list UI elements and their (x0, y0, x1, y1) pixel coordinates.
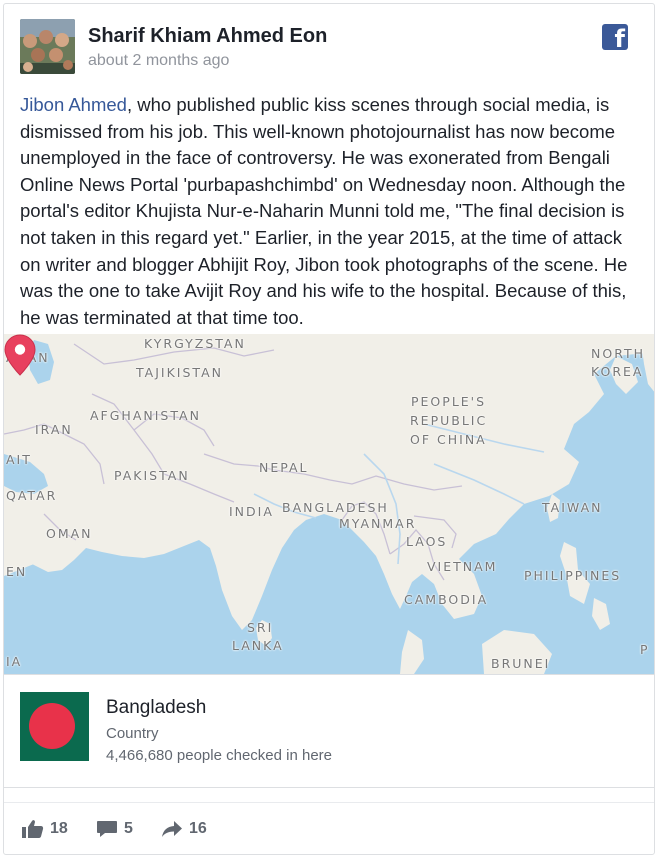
share-button[interactable]: 16 (161, 817, 207, 841)
map-label-brunei: BRUNEI (491, 656, 551, 671)
share-arrow-icon (162, 821, 182, 837)
place-checkins: 4,466,680 people checked in here (106, 747, 333, 764)
map-label-bangladesh: BANGLADESH (282, 500, 389, 515)
map-label-kyrgyzstan: KYRGYZSTAN (144, 336, 246, 351)
place-name[interactable]: Bangladesh (106, 697, 206, 719)
map-label-oman: OMAN (46, 526, 93, 541)
map-label-iran: IRAN (35, 422, 73, 437)
comment-icon (97, 821, 117, 837)
like-count: 18 (50, 820, 68, 837)
post-header: Sharif Khiam Ahmed Eon about 2 months ag… (20, 19, 638, 79)
map-label-p: P (640, 642, 650, 657)
author-name[interactable]: Sharif Khiam Ahmed Eon (88, 25, 327, 48)
place-info[interactable]: Bangladesh Country 4,466,680 people chec… (4, 674, 654, 788)
map-label-afghanistan: AFGHANISTAN (90, 408, 201, 423)
map-label-qatar: QATAR (6, 488, 58, 503)
post-text: Jibon Ahmed, who published public kiss s… (20, 92, 645, 331)
map-label-sri-lanka-1: SRI (247, 620, 274, 635)
map-label-laos: LAOS (406, 534, 448, 549)
share-count: 16 (189, 820, 207, 837)
map-label-philippines: PHILIPPINES (524, 568, 622, 583)
map-label-pakistan: PAKISTAN (114, 468, 190, 483)
comment-button[interactable]: 5 (96, 817, 133, 841)
mentioned-user-link[interactable]: Jibon Ahmed (20, 94, 127, 115)
facebook-icon[interactable]: f (602, 24, 628, 50)
avatar[interactable] (20, 19, 75, 74)
map-label-ait: AIT (6, 452, 32, 467)
location-map[interactable]: KYRGYZSTAN AIJAN TAJIKISTAN NORTH KOREA … (4, 334, 654, 674)
bangladesh-flag-icon (20, 692, 89, 761)
flag-disc (29, 703, 75, 749)
map-label-sri-lanka-2: LANKA (232, 638, 284, 653)
map-label-china-2: REPUBLIC (410, 413, 488, 428)
thumbs-up-icon (22, 820, 44, 838)
map-label-china-1: PEOPLE'S (411, 394, 487, 409)
map-label-china-3: OF CHINA (410, 432, 487, 447)
map-label-nepal: NEPAL (259, 460, 309, 475)
map-label-north-korea-1: NORTH (591, 346, 646, 361)
map-label-myanmar: MYANMAR (339, 516, 417, 531)
post-timestamp[interactable]: about 2 months ago (88, 52, 229, 70)
map-label-tajikistan: TAJIKISTAN (136, 365, 223, 380)
map-label-north-korea-2: KOREA (591, 364, 644, 379)
facebook-post-card: Sharif Khiam Ahmed Eon about 2 months ag… (3, 3, 655, 855)
map-label-en: EN (6, 564, 28, 579)
map-label-cambodia: CAMBODIA (404, 592, 489, 607)
map-pin-icon[interactable] (4, 334, 36, 376)
map-label-taiwan: TAIWAN (542, 500, 603, 515)
map-label-india: INDIA (229, 504, 274, 519)
map-label-vietnam: VIETNAM (427, 559, 498, 574)
map-label-ia: IA (6, 654, 23, 669)
like-button[interactable]: 18 (22, 817, 68, 841)
post-body: , who published public kiss scenes throu… (20, 94, 628, 328)
post-actions: 18 5 16 (4, 802, 654, 854)
comment-count: 5 (124, 820, 133, 837)
place-category: Country (106, 725, 159, 742)
